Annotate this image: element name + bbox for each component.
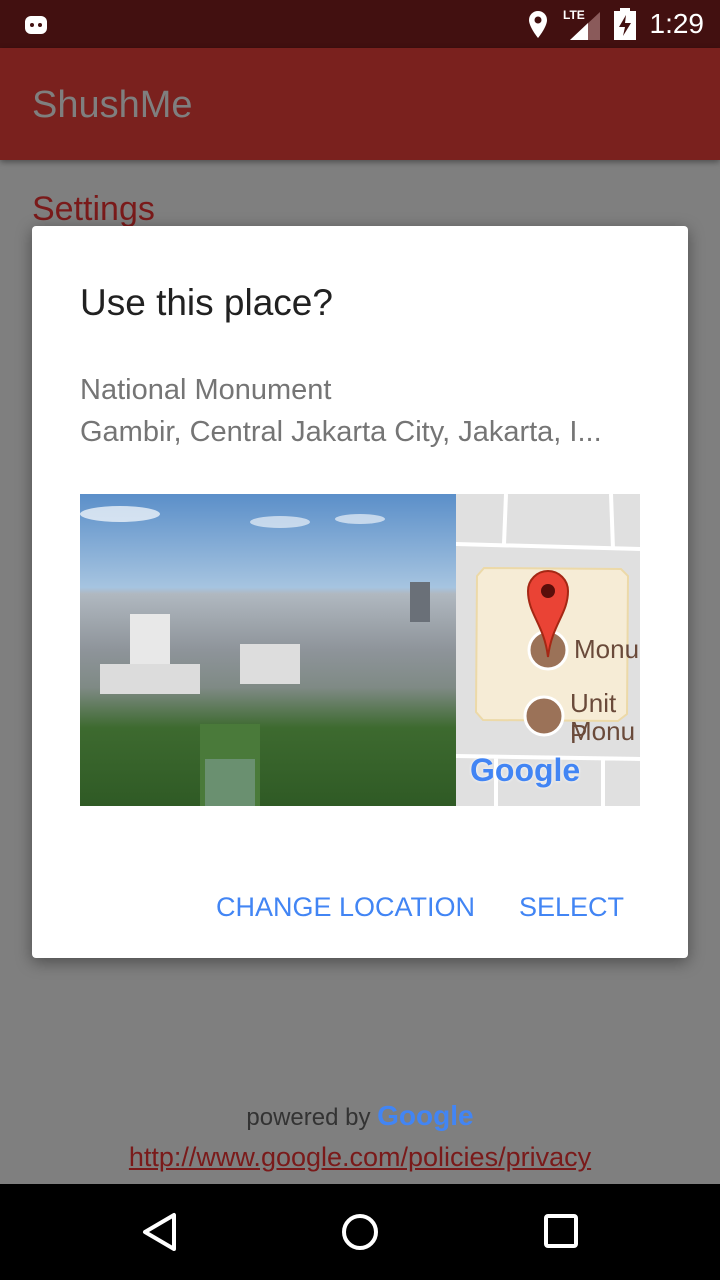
map-label-monument: Monu	[574, 634, 640, 664]
google-brand: Google	[377, 1100, 474, 1131]
change-location-button[interactable]: CHANGE LOCATION	[216, 892, 475, 923]
settings-heading: Settings	[32, 190, 155, 228]
google-logo: Google	[470, 752, 581, 788]
dialog-title: Use this place?	[80, 282, 333, 323]
use-place-dialog: Use this place? National Monument Gambir…	[32, 226, 688, 958]
museum-poi-icon	[523, 695, 565, 737]
powered-by-google: powered by Google	[0, 1100, 720, 1132]
battery-charging-icon	[614, 8, 636, 40]
powered-by-text: powered by	[246, 1104, 371, 1131]
map-label-unit-2: Monu	[570, 716, 636, 746]
place-map[interactable]: Monu Unit P Monu Google	[456, 494, 640, 806]
recents-icon[interactable]	[542, 1212, 582, 1252]
app-bar: ShushMe	[0, 48, 720, 160]
place-photo	[80, 494, 456, 806]
home-icon[interactable]	[340, 1212, 380, 1252]
location-icon	[529, 11, 547, 38]
navigation-bar	[0, 1184, 720, 1280]
privacy-link[interactable]: http://www.google.com/policies/privacy	[0, 1142, 720, 1173]
place-name: National Monument	[80, 374, 332, 406]
android-debug-icon	[25, 16, 47, 34]
place-address: Gambir, Central Jakarta City, Jakarta, I…	[80, 416, 602, 448]
signal-icon	[570, 12, 600, 40]
status-bar: LTE 1:29	[0, 0, 720, 48]
select-button[interactable]: SELECT	[519, 892, 624, 923]
clock: 1:29	[649, 8, 705, 39]
back-icon[interactable]	[140, 1212, 180, 1252]
app-title: ShushMe	[32, 84, 193, 126]
